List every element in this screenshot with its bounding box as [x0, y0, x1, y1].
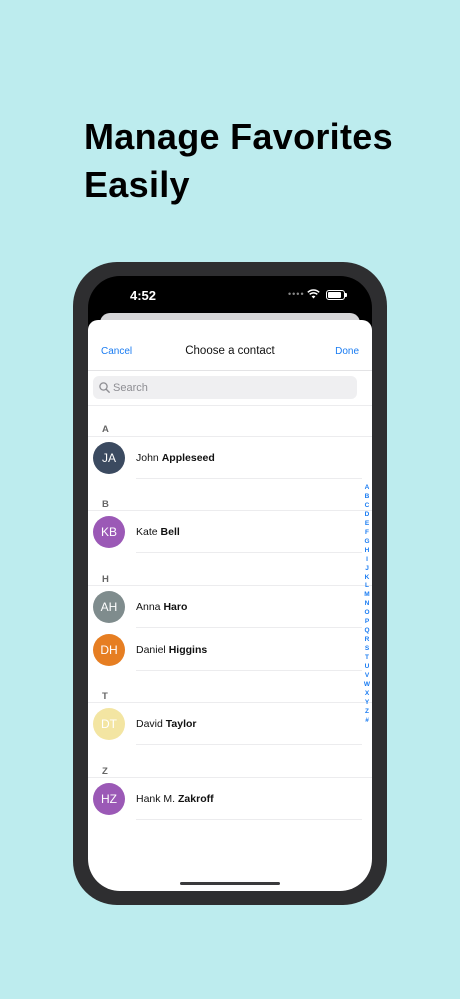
contact-last-name: Appleseed	[161, 452, 215, 464]
index-letter[interactable]: N	[365, 600, 370, 609]
contact-row[interactable]: AH Anna Haro	[88, 586, 372, 628]
contact-first-name: Kate	[136, 526, 158, 538]
contact-list: A JA John Appleseed B KB Kate Bell H AH Anna Har…	[88, 320, 372, 891]
section-header-t: T	[102, 691, 108, 702]
index-letter[interactable]: W	[364, 681, 370, 690]
contact-name: Kate Bell	[136, 526, 180, 538]
headline-line-2: Easily	[84, 164, 190, 205]
contact-name: David Taylor	[136, 718, 197, 730]
signal-dots-icon: ••••	[288, 289, 305, 299]
index-letter[interactable]: M	[364, 591, 369, 600]
index-letter[interactable]: V	[365, 672, 369, 681]
avatar: KB	[93, 516, 125, 548]
index-letter[interactable]: L	[365, 582, 369, 591]
battery-icon	[326, 290, 347, 300]
contact-name: Anna Haro	[136, 601, 187, 613]
contact-last-name: Zakroff	[178, 793, 214, 805]
index-letter[interactable]: Y	[365, 699, 369, 708]
index-letter[interactable]: H	[365, 547, 370, 556]
row-divider	[136, 744, 362, 745]
contact-first-name: Anna	[136, 601, 161, 613]
avatar: DT	[93, 708, 125, 740]
contact-row[interactable]: DH Daniel Higgins	[88, 629, 372, 671]
section-header-h: H	[102, 574, 109, 585]
contact-first-name: Daniel	[136, 644, 166, 656]
row-divider	[136, 670, 362, 671]
index-letter[interactable]: A	[365, 484, 370, 493]
index-letter[interactable]: X	[365, 690, 369, 699]
index-letter[interactable]: F	[365, 529, 369, 538]
contact-first-name: John	[136, 452, 159, 464]
contact-row[interactable]: JA John Appleseed	[88, 437, 372, 479]
contact-picker-sheet: Cancel Choose a contact Done AJAJohn App…	[88, 320, 372, 891]
section-header-b: B	[102, 499, 109, 510]
phone-frame: 4:52 •••• Cancel Choose a contact Done S…	[73, 262, 387, 905]
index-letter[interactable]: Z	[365, 708, 369, 717]
contact-row[interactable]: KB Kate Bell	[88, 511, 372, 553]
avatar: HZ	[93, 783, 125, 815]
row-divider	[136, 819, 362, 820]
index-letter[interactable]: D	[365, 511, 370, 520]
index-letter[interactable]: T	[365, 654, 369, 663]
status-bar: 4:52 ••••	[88, 276, 372, 316]
contact-first-name: Hank M.	[136, 793, 176, 805]
wifi-icon	[307, 289, 320, 299]
avatar: JA	[93, 442, 125, 474]
headline: Manage Favorites Easily	[84, 113, 444, 209]
index-letter[interactable]: E	[365, 520, 369, 529]
row-divider	[136, 478, 362, 479]
index-letter[interactable]: J	[365, 565, 369, 574]
row-divider	[136, 552, 362, 553]
index-letter[interactable]: I	[366, 556, 368, 565]
index-letter[interactable]: U	[365, 663, 370, 672]
index-letter[interactable]: G	[364, 538, 369, 547]
index-letter[interactable]: #	[365, 717, 369, 726]
section-index[interactable]: A B C D E F G H I J K L M N O P Q R S T U V W X Y Z #	[362, 484, 372, 726]
section-header-a: A	[102, 424, 109, 435]
index-letter[interactable]: Q	[364, 627, 369, 636]
avatar: AH	[93, 591, 125, 623]
index-letter[interactable]: C	[365, 502, 370, 511]
section-header-z: Z	[102, 766, 108, 777]
contact-first-name: David	[136, 718, 163, 730]
contact-last-name: Higgins	[168, 644, 208, 656]
contact-row[interactable]: DT David Taylor	[88, 703, 372, 745]
status-time: 4:52	[130, 288, 157, 303]
home-indicator[interactable]	[180, 882, 280, 885]
index-letter[interactable]: P	[365, 618, 369, 627]
index-letter[interactable]: B	[365, 493, 370, 502]
phone-screen: 4:52 •••• Cancel Choose a contact Done S…	[88, 276, 372, 891]
contact-name: Hank M. Zakroff	[136, 793, 214, 805]
index-letter[interactable]: K	[365, 574, 370, 583]
contact-row[interactable]: HZ Hank M. Zakroff	[88, 778, 372, 820]
avatar: DH	[93, 634, 125, 666]
contact-last-name: Bell	[160, 526, 180, 538]
index-letter[interactable]: O	[364, 609, 369, 618]
contact-name: John Appleseed	[136, 452, 215, 464]
row-divider	[136, 627, 362, 628]
index-letter[interactable]: S	[365, 645, 369, 654]
contact-name: Daniel Higgins	[136, 644, 207, 656]
contact-last-name: Haro	[163, 601, 188, 613]
index-letter[interactable]: R	[365, 636, 370, 645]
contact-last-name: Taylor	[165, 718, 197, 730]
headline-line-1: Manage Favorites	[84, 116, 393, 157]
